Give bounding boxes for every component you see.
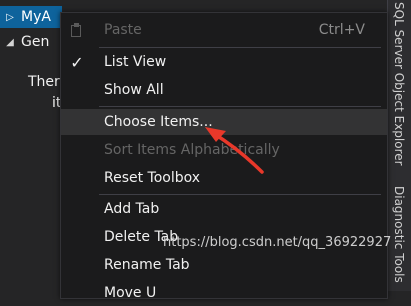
menu-item-paste[interactable]: Paste Ctrl+V: [61, 17, 387, 43]
menu-item-add-tab[interactable]: Add Tab: [61, 196, 387, 222]
menu-item-label: Rename Tab: [104, 257, 190, 273]
menu-item-label: Sort Items Alphabetically: [104, 142, 280, 158]
toolbox-tab-label: Gen: [21, 34, 50, 50]
menu-item-rename-tab[interactable]: Rename Tab: [61, 252, 387, 278]
toolbox-tab-general[interactable]: ◢ Gen: [0, 31, 62, 53]
menu-item-label: Choose Items...: [104, 114, 213, 130]
checkmark-icon: ✓: [70, 52, 84, 72]
toolbox-panel: ▷ MyA ◢ Gen There it: [0, 0, 68, 291]
menu-item-show-all[interactable]: Show All: [61, 77, 387, 103]
menu-item-sort-items-alphabetically[interactable]: Sort Items Alphabetically: [61, 137, 387, 163]
menu-item-list-view[interactable]: ✓ List View: [61, 49, 387, 75]
toolbox-context-menu: Paste Ctrl+V ✓ List View Show All Choose…: [60, 12, 388, 301]
menu-item-label: List View: [104, 54, 167, 70]
menu-item-label: Add Tab: [104, 201, 160, 217]
toolbox-tab-label: MyA: [21, 9, 51, 25]
menu-item-label: Reset Toolbox: [104, 170, 201, 186]
menu-item-reset-toolbox[interactable]: Reset Toolbox: [61, 165, 387, 191]
menu-item-label: Show All: [104, 82, 164, 98]
expanded-arrow-icon[interactable]: ◢: [4, 37, 16, 48]
menu-item-shortcut: Ctrl+V: [318, 22, 365, 38]
menu-item-label: Move U: [104, 285, 157, 301]
menu-separator: [99, 106, 381, 107]
paste-icon: [71, 23, 83, 37]
collapsed-arrow-icon[interactable]: ▷: [4, 12, 16, 23]
menu-separator: [99, 194, 381, 195]
menu-item-label: Paste: [104, 22, 142, 38]
side-tab-diagnostic-tools[interactable]: Diagnostic Tools: [392, 186, 406, 283]
menu-separator: [99, 47, 381, 48]
side-tab-sql-server-object-explorer[interactable]: SQL Server Object Explorer: [392, 2, 406, 166]
toolbox-tab-myapp[interactable]: ▷ MyA: [0, 6, 62, 28]
menu-item-move-up[interactable]: Move U: [61, 280, 387, 306]
menu-item-choose-items[interactable]: Choose Items...: [61, 109, 387, 135]
watermark-text: https://blog.csdn.net/qq_36922927: [163, 235, 392, 250]
